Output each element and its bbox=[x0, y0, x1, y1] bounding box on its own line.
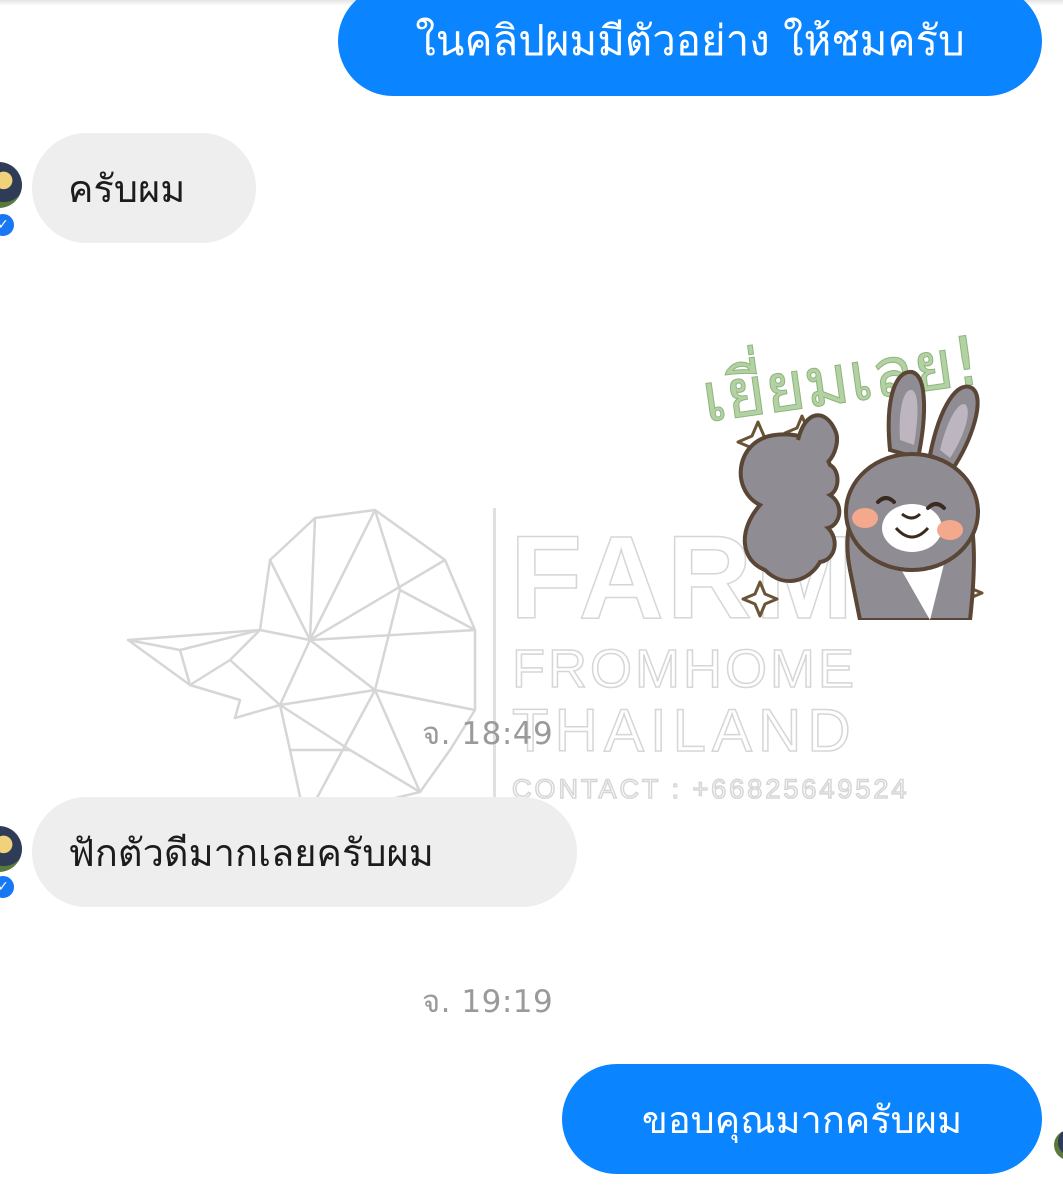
contact-avatar[interactable] bbox=[0, 162, 22, 208]
watermark-country: THAILAND bbox=[511, 696, 857, 765]
message-text: ขอบคุณมากครับผม bbox=[641, 1097, 963, 1142]
messenger-verified-icon: ✓ bbox=[0, 212, 16, 238]
incoming-message-bubble[interactable]: ครับผม bbox=[32, 133, 256, 243]
fish-logo-icon bbox=[126, 508, 477, 822]
contact-avatar[interactable] bbox=[0, 826, 22, 872]
timestamp: จ. 19:19 bbox=[422, 984, 554, 1020]
watermark-divider bbox=[493, 508, 496, 818]
outgoing-message-bubble[interactable]: ขอบคุณมากครับผม bbox=[562, 1064, 1042, 1174]
message-text: ในคลิปผมมีตัวอย่าง ให้ชมครับ bbox=[415, 16, 965, 65]
messenger-verified-icon: ✓ bbox=[0, 874, 16, 900]
outgoing-message-bubble[interactable]: ในคลิปผมมีตัวอย่าง ให้ชมครับ bbox=[338, 0, 1042, 96]
timestamp: จ. 18:49 bbox=[422, 716, 554, 752]
bunny-sticker[interactable]: เยี่ยมเลย! bbox=[690, 290, 1040, 622]
message-text: ฟักตัวดีมากเลยครับผม bbox=[68, 830, 434, 875]
incoming-message-bubble[interactable]: ฟักตัวดีมากเลยครับผม bbox=[32, 797, 577, 907]
bunny-thumbs-up-icon: เยี่ยมเลย! bbox=[695, 313, 986, 622]
message-text: ครับผม bbox=[68, 166, 186, 211]
seen-receipt-avatar bbox=[1054, 1130, 1063, 1160]
watermark-contact: CONTACT : +66825649524 bbox=[511, 773, 910, 805]
watermark-subtitle: FROMHOME bbox=[511, 638, 857, 700]
